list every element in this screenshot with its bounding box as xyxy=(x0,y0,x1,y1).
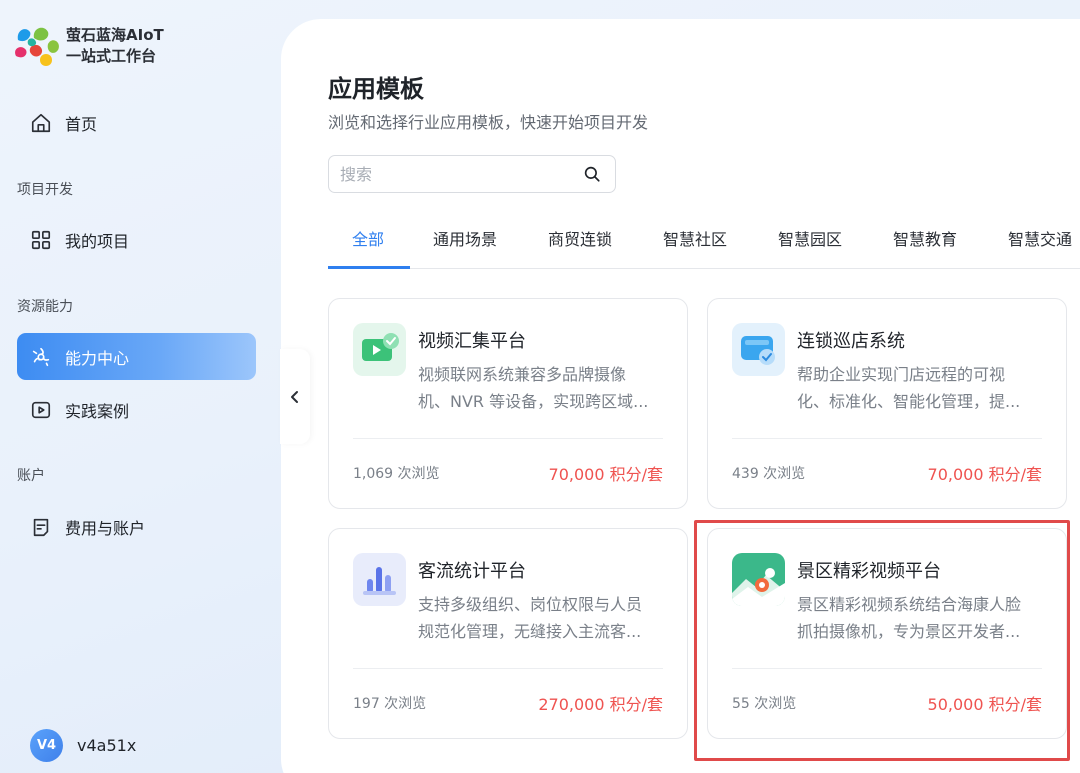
card-title: 景区精彩视频平台 xyxy=(797,561,941,582)
card-description-line: 支持多级组织、岗位权限与人员 xyxy=(418,595,643,614)
card-description-line: 规范化管理，无缝接入主流客... xyxy=(418,622,642,641)
card-description-line: 抓拍摄像机，专为景区开发者... xyxy=(797,622,1021,641)
card-description-line: 帮助企业实现门店远程的可视 xyxy=(797,365,1006,384)
brand-logo-icon xyxy=(15,27,59,66)
grid-icon xyxy=(30,229,52,251)
search-input[interactable] xyxy=(329,156,569,192)
section-label-resource: 资源能力 xyxy=(17,299,73,315)
sidebar-item-billing[interactable]: 费用与账户 xyxy=(17,503,256,550)
card-description-line: 景区精彩视频系统结合海康人脸 xyxy=(797,595,1022,614)
tab-general[interactable]: 通用场景 xyxy=(433,224,497,269)
card-description-line: 视频联网系统兼容多品牌摄像 xyxy=(418,365,627,384)
tab-all[interactable]: 全部 xyxy=(352,224,384,269)
card-price: 70,000 积分/套 xyxy=(548,465,663,484)
sidebar-item-practice-cases[interactable]: 实践案例 xyxy=(17,386,256,433)
brand[interactable]: 萤石蓝海AIoT 一站式工作台 xyxy=(12,22,164,70)
card-description-line: 化、标准化、智能化管理，提... xyxy=(797,392,1021,411)
brand-line1: 萤石蓝海AIoT xyxy=(66,26,164,44)
sidebar-collapse-button[interactable] xyxy=(280,349,310,444)
capability-icon xyxy=(30,346,52,368)
template-card-traffic-stats[interactable]: 客流统计平台 支持多级组织、岗位权限与人员 规范化管理，无缝接入主流客... 1… xyxy=(328,528,688,739)
card-view-count: 439 次浏览 xyxy=(732,466,806,482)
card-divider xyxy=(353,668,663,669)
section-label-project: 项目开发 xyxy=(17,182,73,198)
sidebar-item-label: 费用与账户 xyxy=(65,518,146,538)
template-card-scenic-video[interactable]: 景区精彩视频平台 景区精彩视频系统结合海康人脸 抓拍摄像机，专为景区开发者...… xyxy=(707,528,1067,739)
card-description: 景区精彩视频系统结合海康人脸 抓拍摄像机，专为景区开发者... xyxy=(797,591,1042,645)
video-play-icon xyxy=(30,399,52,421)
sidebar-item-label: 能力中心 xyxy=(65,348,130,368)
home-icon xyxy=(30,112,52,134)
card-divider xyxy=(353,438,663,439)
tab-retail-chain[interactable]: 商贸连锁 xyxy=(548,224,612,269)
card-title: 视频汇集平台 xyxy=(418,331,526,352)
chevron-left-icon xyxy=(291,390,298,403)
card-price: 50,000 积分/套 xyxy=(927,695,1042,714)
avatar: V4 xyxy=(30,729,63,762)
store-patrol-icon xyxy=(732,323,785,376)
card-divider xyxy=(732,438,1042,439)
bill-icon xyxy=(30,516,52,538)
sidebar-item-capability-center[interactable]: 能力中心 xyxy=(17,333,256,380)
tab-smart-transport[interactable]: 智慧交通 xyxy=(1008,224,1072,269)
video-platform-icon xyxy=(353,323,406,376)
tab-smart-education[interactable]: 智慧教育 xyxy=(893,224,957,269)
template-card-video-platform[interactable]: 视频汇集平台 视频联网系统兼容多品牌摄像 机、NVR 等设备，实现跨区域... … xyxy=(328,298,688,509)
card-view-count: 55 次浏览 xyxy=(732,696,797,712)
active-tab-indicator xyxy=(328,266,410,269)
sidebar-item-label: 我的项目 xyxy=(65,231,130,251)
sidebar-item-my-projects[interactable]: 我的项目 xyxy=(17,216,256,263)
card-description: 支持多级组织、岗位权限与人员 规范化管理，无缝接入主流客... xyxy=(418,591,663,645)
sidebar: 萤石蓝海AIoT 一站式工作台 首页 项目开发 我的项目 资源能力 能力中心 实… xyxy=(0,0,280,773)
traffic-stats-icon xyxy=(353,553,406,606)
card-description: 帮助企业实现门店远程的可视 化、标准化、智能化管理，提... xyxy=(797,361,1042,415)
page-subtitle: 浏览和选择行业应用模板，快速开始项目开发 xyxy=(328,113,649,132)
section-label-account: 账户 xyxy=(17,468,45,484)
category-tabs: 全部 通用场景 商贸连锁 智慧社区 智慧园区 智慧教育 智慧交通 xyxy=(328,224,1080,269)
card-title: 客流统计平台 xyxy=(418,561,526,582)
card-divider xyxy=(732,668,1042,669)
username: v4a51x xyxy=(77,736,137,755)
brand-line2: 一站式工作台 xyxy=(66,47,157,65)
brand-name: 萤石蓝海AIoT 一站式工作台 xyxy=(66,25,164,67)
card-title: 连锁巡店系统 xyxy=(797,331,905,352)
tab-smart-community[interactable]: 智慧社区 xyxy=(663,224,727,269)
page-title: 应用模板 xyxy=(328,75,424,103)
scenic-landscape-icon xyxy=(732,553,785,606)
search-icon[interactable] xyxy=(583,165,601,183)
sidebar-item-label: 首页 xyxy=(65,114,98,134)
card-view-count: 1,069 次浏览 xyxy=(353,466,440,482)
sidebar-item-label: 实践案例 xyxy=(65,401,130,421)
user-profile[interactable]: V4 v4a51x xyxy=(30,729,136,762)
tab-smart-park[interactable]: 智慧园区 xyxy=(778,224,842,269)
card-price: 70,000 积分/套 xyxy=(927,465,1042,484)
template-card-store-patrol[interactable]: 连锁巡店系统 帮助企业实现门店远程的可视 化、标准化、智能化管理，提... 43… xyxy=(707,298,1067,509)
search-box xyxy=(328,155,616,193)
card-description: 视频联网系统兼容多品牌摄像 机、NVR 等设备，实现跨区域... xyxy=(418,361,663,415)
sidebar-item-home[interactable]: 首页 xyxy=(17,99,256,146)
main-panel: 应用模板 浏览和选择行业应用模板，快速开始项目开发 全部 通用场景 商贸连锁 智… xyxy=(281,19,1080,773)
card-description-line: 机、NVR 等设备，实现跨区域... xyxy=(418,392,649,411)
card-price: 270,000 积分/套 xyxy=(538,695,663,714)
card-view-count: 197 次浏览 xyxy=(353,696,427,712)
